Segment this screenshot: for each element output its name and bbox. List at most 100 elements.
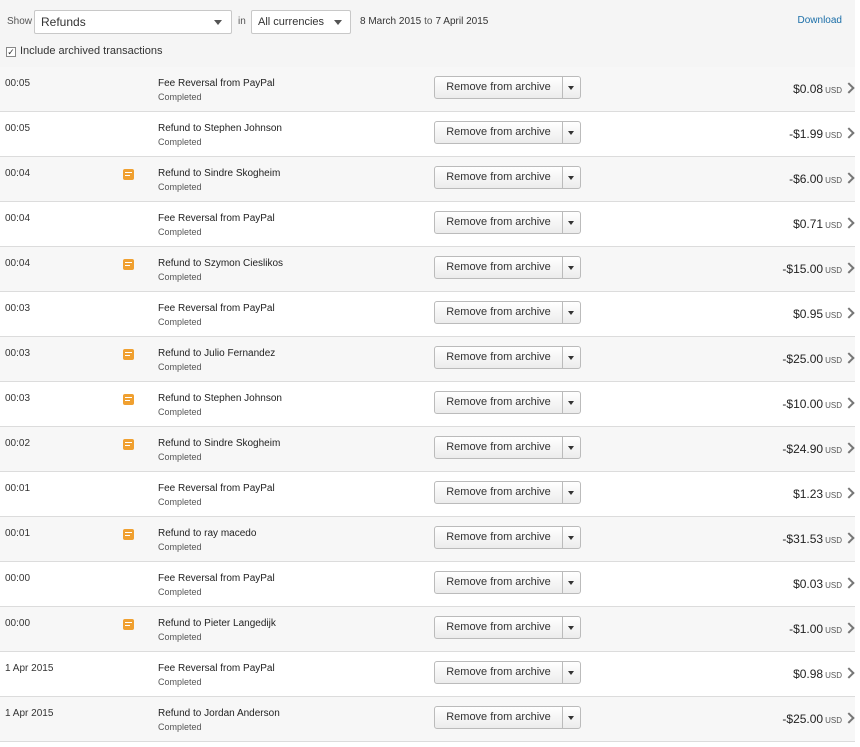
transaction-row[interactable]: 1 Apr 2015 Refund to Jordan Anderson Compl… [0,697,855,742]
transaction-title[interactable]: Refund to Stephen Johnson [158,393,282,404]
transaction-row[interactable]: 00:00 Fee Reversal from PayPal Completed Re… [0,562,855,607]
include-archived-checkbox[interactable]: ✓ [6,47,16,57]
chevron-right-icon[interactable] [843,622,855,634]
chevron-right-icon[interactable] [843,127,855,139]
remove-from-archive-button[interactable]: Remove from archive [435,212,563,233]
remove-from-archive-button-group: Remove from archive [434,571,581,594]
transaction-title[interactable]: Fee Reversal from PayPal [158,663,275,674]
remove-from-archive-button[interactable]: Remove from archive [435,347,563,368]
transaction-row[interactable]: 00:04 Refund to Szymon Cieslikos Completed… [0,247,855,292]
transaction-row[interactable]: 00:03 Fee Reversal from PayPal Completed Re… [0,292,855,337]
transaction-title[interactable]: Fee Reversal from PayPal [158,78,275,89]
actions-dropdown-button[interactable] [562,482,580,503]
note-icon[interactable] [123,619,134,630]
chevron-right-icon[interactable] [843,532,855,544]
chevron-right-icon[interactable] [843,487,855,499]
chevron-right-icon[interactable] [843,352,855,364]
remove-from-archive-button[interactable]: Remove from archive [435,122,563,143]
chevron-down-icon [568,221,574,225]
actions-dropdown-button[interactable] [562,77,580,98]
remove-from-archive-button[interactable]: Remove from archive [435,662,563,683]
transaction-title[interactable]: Fee Reversal from PayPal [158,483,275,494]
transaction-time: 00:05 [5,123,31,134]
chevron-right-icon[interactable] [843,172,855,184]
actions-dropdown-button[interactable] [562,257,580,278]
actions-dropdown-button[interactable] [562,122,580,143]
note-icon[interactable] [123,394,134,405]
transaction-title[interactable]: Refund to Jordan Anderson [158,708,280,719]
amount-value: -$31.53 [782,532,824,546]
transaction-row[interactable]: 00:05 Fee Reversal from PayPal Completed Re… [0,67,855,112]
note-icon[interactable] [123,529,134,540]
transaction-title[interactable]: Fee Reversal from PayPal [158,303,275,314]
note-icon[interactable] [123,259,134,270]
transaction-title[interactable]: Refund to Stephen Johnson [158,123,282,134]
chevron-right-icon[interactable] [843,217,855,229]
transaction-status: Completed [158,317,202,327]
chevron-right-icon[interactable] [843,262,855,274]
transaction-title[interactable]: Fee Reversal from PayPal [158,213,275,224]
transaction-row[interactable]: 00:04 Fee Reversal from PayPal Completed Re… [0,202,855,247]
remove-from-archive-button[interactable]: Remove from archive [435,302,563,323]
currency-select[interactable]: All currencies [251,10,351,34]
currency-code: USD [825,221,842,230]
actions-dropdown-button[interactable] [562,662,580,683]
remove-from-archive-button[interactable]: Remove from archive [435,707,563,728]
transaction-row[interactable]: 00:00 Refund to Pieter Langedijk Completed… [0,607,855,652]
include-archived-option[interactable]: ✓ Include archived transactions [6,45,162,57]
actions-dropdown-button[interactable] [562,302,580,323]
transaction-title[interactable]: Fee Reversal from PayPal [158,573,275,584]
amount-value: $1.23 [793,487,824,501]
actions-dropdown-button[interactable] [562,437,580,458]
remove-from-archive-button-group: Remove from archive [434,211,581,234]
transaction-row[interactable]: 00:02 Refund to Sindre Skogheim Completed R… [0,427,855,472]
actions-dropdown-button[interactable] [562,617,580,638]
remove-from-archive-button[interactable]: Remove from archive [435,167,563,188]
chevron-right-icon[interactable] [843,712,855,724]
transaction-row[interactable]: 00:01 Refund to ray macedo Completed Remove… [0,517,855,562]
remove-from-archive-button-group: Remove from archive [434,481,581,504]
remove-from-archive-button[interactable]: Remove from archive [435,527,563,548]
transaction-title[interactable]: Refund to Sindre Skogheim [158,168,280,179]
transaction-type-select[interactable]: Refunds [34,10,232,34]
remove-from-archive-button[interactable]: Remove from archive [435,77,563,98]
transaction-row[interactable]: 00:04 Refund to Sindre Skogheim Completed R… [0,157,855,202]
chevron-right-icon[interactable] [843,307,855,319]
chevron-right-icon[interactable] [843,577,855,589]
transaction-description: Refund to Julio Fernandez Completed [158,348,275,372]
transaction-row[interactable]: 00:05 Refund to Stephen Johnson Completed R… [0,112,855,157]
remove-from-archive-button[interactable]: Remove from archive [435,392,563,413]
actions-dropdown-button[interactable] [562,212,580,233]
transaction-row[interactable]: 1 Apr 2015 Fee Reversal from PayPal Comple… [0,652,855,697]
transaction-row[interactable]: 00:03 Refund to Julio Fernandez Completed R… [0,337,855,382]
transaction-title[interactable]: Refund to ray macedo [158,528,256,539]
transaction-row[interactable]: 00:03 Refund to Stephen Johnson Completed R… [0,382,855,427]
actions-dropdown-button[interactable] [562,167,580,188]
actions-dropdown-button[interactable] [562,707,580,728]
remove-from-archive-button[interactable]: Remove from archive [435,482,563,503]
transaction-type-value: Refunds [41,15,86,29]
transaction-row[interactable]: 00:01 Fee Reversal from PayPal Completed Re… [0,472,855,517]
download-link[interactable]: Download [798,15,842,26]
transaction-title[interactable]: Refund to Sindre Skogheim [158,438,280,449]
chevron-right-icon[interactable] [843,667,855,679]
note-icon[interactable] [123,169,134,180]
remove-from-archive-button[interactable]: Remove from archive [435,617,563,638]
remove-from-archive-button[interactable]: Remove from archive [435,572,563,593]
note-icon[interactable] [123,349,134,360]
remove-from-archive-button[interactable]: Remove from archive [435,437,563,458]
remove-from-archive-button[interactable]: Remove from archive [435,257,563,278]
transaction-title[interactable]: Refund to Szymon Cieslikos [158,258,283,269]
date-range[interactable]: 8 March 2015 to 7 April 2015 [360,16,488,27]
actions-dropdown-button[interactable] [562,527,580,548]
chevron-right-icon[interactable] [843,442,855,454]
actions-dropdown-button[interactable] [562,347,580,368]
actions-dropdown-button[interactable] [562,572,580,593]
transaction-title[interactable]: Refund to Pieter Langedijk [158,618,276,629]
note-icon[interactable] [123,439,134,450]
transaction-title[interactable]: Refund to Julio Fernandez [158,348,275,359]
chevron-right-icon[interactable] [843,397,855,409]
chevron-down-icon [568,536,574,540]
actions-dropdown-button[interactable] [562,392,580,413]
chevron-right-icon[interactable] [843,82,855,94]
